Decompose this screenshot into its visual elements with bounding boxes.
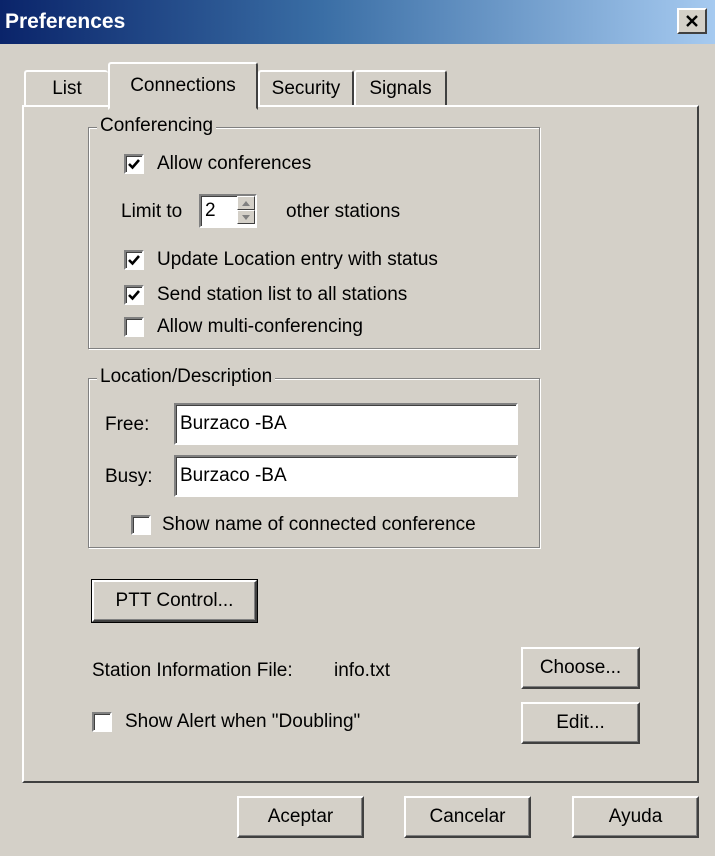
show-alert-checkbox[interactable] — [92, 712, 112, 732]
checkmark-icon — [128, 290, 140, 301]
busy-label: Busy: — [105, 466, 153, 487]
arrow-down-icon — [242, 214, 250, 220]
spin-up-button[interactable] — [237, 196, 255, 210]
show-conference-name-label: Show name of connected conference — [162, 514, 476, 535]
location-legend: Location/Description — [97, 366, 276, 388]
tab-connections[interactable]: Connections — [108, 62, 258, 110]
edit-label: Edit... — [556, 712, 605, 733]
edit-button[interactable]: Edit... — [521, 702, 640, 744]
window-title: Preferences — [5, 10, 126, 33]
allow-conferences-checkbox[interactable] — [124, 154, 144, 174]
station-info-file: info.txt — [334, 660, 390, 681]
tab-signals[interactable]: Signals — [354, 70, 447, 106]
allow-multi-conferencing-checkbox[interactable] — [124, 317, 144, 337]
tab-label: List — [52, 78, 82, 99]
title-bar: Preferences — [0, 0, 715, 44]
conferencing-legend: Conferencing — [97, 115, 217, 137]
close-button[interactable] — [677, 8, 707, 34]
cancel-label: Cancelar — [429, 806, 506, 827]
checkmark-icon — [128, 159, 140, 170]
free-location-input[interactable] — [174, 403, 518, 445]
choose-button[interactable]: Choose... — [521, 647, 640, 689]
other-stations-label: other stations — [286, 201, 401, 222]
send-station-list-label: Send station list to all stations — [157, 284, 408, 305]
accept-button[interactable]: Aceptar — [237, 796, 364, 838]
help-label: Ayuda — [608, 806, 663, 827]
spin-down-button[interactable] — [237, 210, 255, 224]
busy-location-input[interactable] — [174, 455, 518, 497]
tab-label: Signals — [369, 78, 432, 99]
accept-label: Aceptar — [267, 806, 334, 827]
tab-security[interactable]: Security — [258, 70, 354, 106]
allow-conferences-label: Allow conferences — [157, 153, 312, 174]
update-location-label: Update Location entry with status — [157, 249, 438, 270]
arrow-up-icon — [242, 200, 250, 206]
show-conference-name-checkbox[interactable] — [131, 515, 151, 535]
limit-spinner[interactable] — [199, 194, 257, 228]
tab-label: Security — [271, 78, 341, 99]
station-info-label: Station Information File: — [92, 660, 293, 681]
update-location-checkbox[interactable] — [124, 250, 144, 270]
checkmark-icon — [128, 255, 140, 266]
help-button[interactable]: Ayuda — [572, 796, 699, 838]
tab-label: Connections — [130, 75, 236, 96]
free-label: Free: — [105, 414, 150, 435]
allow-multi-conferencing-label: Allow multi-conferencing — [157, 316, 363, 337]
send-station-list-checkbox[interactable] — [124, 285, 144, 305]
choose-label: Choose... — [539, 657, 622, 678]
cancel-button[interactable]: Cancelar — [404, 796, 531, 838]
ptt-control-button[interactable]: PTT Control... — [91, 579, 258, 623]
tab-list[interactable]: List — [24, 70, 108, 106]
show-alert-label: Show Alert when "Doubling" — [125, 711, 361, 732]
limit-to-label: Limit to — [121, 201, 183, 222]
ptt-control-label: PTT Control... — [115, 590, 234, 611]
close-icon — [686, 15, 698, 27]
